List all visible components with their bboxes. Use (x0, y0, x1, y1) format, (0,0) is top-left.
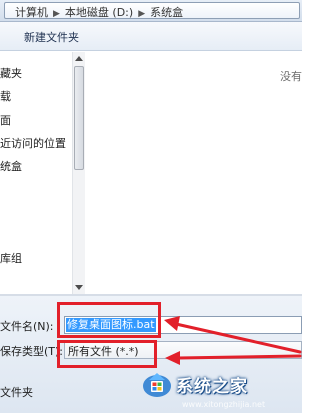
file-list-pane[interactable]: 没有 (86, 52, 302, 294)
breadcrumb-drive-d[interactable]: 本地磁盘 (D:) (65, 6, 133, 18)
sidebar-item-recent-places[interactable]: 近访问的位置 (0, 135, 66, 151)
filename-highlight-box (57, 302, 161, 338)
sidebar-item-xitonghe[interactable]: 统盒 (0, 158, 22, 174)
navigation-pane: 藏夹 载 面 近访问的位置 统盒 库组 算机 (0, 52, 72, 294)
scroll-thumb[interactable] (74, 66, 84, 170)
browse-folders-toggle[interactable]: 文件夹 (0, 384, 33, 400)
sidebar-item-favorites[interactable]: 藏夹 (0, 65, 22, 81)
empty-folder-message: 没有 (280, 70, 302, 83)
sidebar-item-homegroup[interactable]: 库组 (0, 250, 22, 266)
chevron-right-icon[interactable]: ▶ (53, 9, 60, 18)
sidebar-item-downloads[interactable]: 载 (0, 88, 11, 104)
chevron-right-icon[interactable]: ▶ (138, 9, 145, 18)
watermark-url: www.xitongzhijia.net (182, 400, 266, 409)
watermark-text: 系统之家 (176, 377, 248, 397)
savetype-label: 保存类型(T): (0, 345, 64, 358)
system-home-logo-icon (143, 373, 171, 397)
scroll-up-arrow-icon[interactable] (75, 56, 83, 61)
new-folder-button[interactable]: 新建文件夹 (24, 29, 79, 45)
breadcrumb[interactable]: 计算机 ▶ 本地磁盘 (D:) ▶ 系统盒 (4, 2, 300, 19)
scroll-down-arrow-icon[interactable] (75, 285, 83, 290)
filename-label: 文件名(N): (0, 320, 54, 333)
sidebar-item-desktop[interactable]: 面 (0, 112, 11, 128)
address-bar: 计算机 ▶ 本地磁盘 (D:) ▶ 系统盒 (0, 0, 302, 22)
watermark: 系统之家 www.xitongzhijia.net (124, 360, 302, 413)
toolbar: 新建文件夹 (0, 22, 302, 51)
nav-scrollbar[interactable] (72, 52, 85, 294)
breadcrumb-xitonghe[interactable]: 系统盒 (150, 6, 183, 18)
breadcrumb-computer[interactable]: 计算机 (15, 6, 48, 18)
